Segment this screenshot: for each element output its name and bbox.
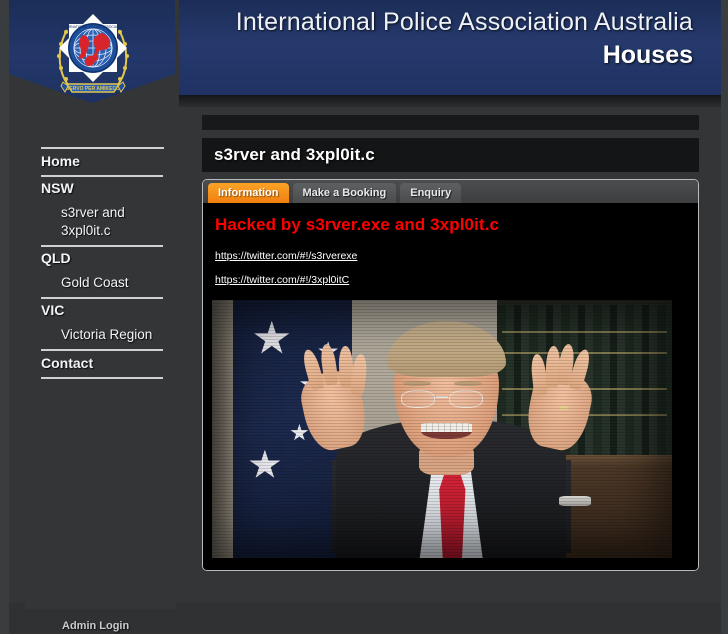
panel-body: Hacked by s3rver.exe and 3xpl0it.c https… — [203, 203, 698, 570]
tab-information[interactable]: Information — [208, 183, 289, 203]
page-title: s3rver and 3xpl0it.c — [214, 145, 375, 164]
twitter-link-row-1: https://twitter.com/#!/s3rverexe — [203, 243, 698, 267]
sidebar-item-victoria-region[interactable]: Victoria Region — [41, 324, 163, 351]
sidebar-item-nsw[interactable]: NSW — [41, 177, 163, 202]
footer-sidebar-cap — [25, 599, 176, 609]
page-left-edge — [0, 0, 9, 634]
sidebar-item-home[interactable]: Home — [41, 149, 163, 177]
sidebar-nav: Home NSW s3rver and 3xpl0it.c QLD Gold C… — [41, 149, 163, 379]
sidebar-item-nsw-label[interactable]: NSW — [41, 179, 163, 198]
site-subtitle: Houses — [602, 41, 693, 69]
page-right-edge — [721, 0, 728, 634]
photo-container — [203, 291, 698, 558]
sidebar-item-contact-label[interactable]: Contact — [41, 354, 163, 373]
header-bottom-strip — [179, 95, 721, 107]
content-panel: Information Make a Booking Enquiry Hacke… — [202, 179, 699, 571]
admin-login-link[interactable]: Admin Login — [62, 620, 129, 632]
svg-text:SERVO PER AMIKECO: SERVO PER AMIKECO — [66, 86, 120, 92]
sidebar-item-s3rver-and-3xpl0it[interactable]: s3rver and 3xpl0it.c — [41, 202, 163, 247]
sidebar-item-qld[interactable]: QLD — [41, 247, 163, 272]
sidebar-item-gold-coast-label[interactable]: Gold Coast — [41, 274, 163, 292]
tab-make-a-booking[interactable]: Make a Booking — [292, 183, 397, 203]
sidebar-item-contact[interactable]: Contact — [41, 351, 163, 379]
sidebar-item-victoria-region-label[interactable]: Victoria Region — [41, 326, 163, 344]
twitter-link-s3rverexe[interactable]: https://twitter.com/#!/s3rverexe — [215, 250, 357, 262]
tab-enquiry[interactable]: Enquiry — [400, 183, 462, 203]
hacked-heading: Hacked by s3rver.exe and 3xpl0it.c — [215, 215, 500, 234]
breadcrumb-bar — [202, 115, 699, 130]
sidebar-item-qld-label[interactable]: QLD — [41, 249, 163, 268]
page-title-bar: s3rver and 3xpl0it.c — [202, 138, 699, 172]
tab-strip: Information Make a Booking Enquiry — [203, 180, 698, 203]
sidebar-item-s3rver-and-3xpl0it-label[interactable]: s3rver and 3xpl0it.c — [41, 204, 163, 240]
sidebar: Home NSW s3rver and 3xpl0it.c QLD Gold C… — [9, 103, 176, 603]
svg-text:INTERNATIONAL POLICE ASSOCIATI: INTERNATIONAL POLICE ASSOCIATION — [61, 25, 125, 29]
man-with-raised-hands-photo — [212, 300, 672, 558]
sidebar-item-vic-label[interactable]: VIC — [41, 301, 163, 320]
header-titles: International Police Association Austral… — [179, 6, 709, 71]
twitter-link-3xpl0itc[interactable]: https://twitter.com/#!/3xpl0itC — [215, 274, 349, 286]
sidebar-item-vic[interactable]: VIC — [41, 299, 163, 324]
main-content: s3rver and 3xpl0it.c Information Make a … — [176, 107, 721, 571]
ipa-crest-logo-icon: INTERNATIONAL POLICE ASSOCIATION SERVO P… — [47, 8, 139, 104]
sidebar-item-home-label[interactable]: Home — [41, 152, 163, 171]
site-title: International Police Association Austral… — [235, 8, 693, 36]
site-header: INTERNATIONAL POLICE ASSOCIATION SERVO P… — [9, 0, 721, 107]
twitter-link-row-2: https://twitter.com/#!/3xpl0itC — [203, 267, 698, 291]
sidebar-item-gold-coast[interactable]: Gold Coast — [41, 272, 163, 299]
page-root: INTERNATIONAL POLICE ASSOCIATION SERVO P… — [0, 0, 728, 634]
